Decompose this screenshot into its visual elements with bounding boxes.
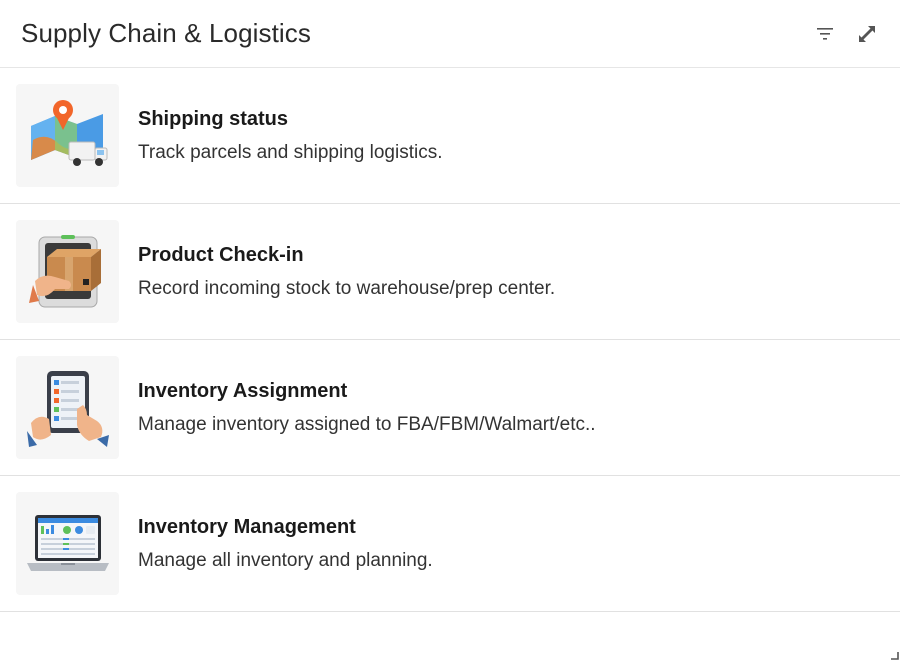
filter-button[interactable] (812, 21, 838, 47)
list-item-inventory-assignment[interactable]: Inventory Assignment Manage inventory as… (0, 340, 900, 476)
list-item-description: Manage all inventory and planning. (138, 549, 433, 571)
expand-icon (859, 25, 875, 42)
list-item-title: Inventory Management (138, 515, 356, 538)
list-item-product-check-in[interactable]: Product Check-in Record incoming stock t… (0, 204, 900, 340)
list-item-title: Inventory Assignment (138, 379, 348, 402)
list-item-text: Inventory Assignment Manage inventory as… (138, 380, 596, 436)
expand-button[interactable] (854, 21, 880, 47)
filter-icon (817, 27, 833, 40)
widget-title: Supply Chain & Logistics (21, 18, 311, 48)
list-item-title: Shipping status (138, 107, 288, 130)
list-item-text: Product Check-in Record incoming stock t… (138, 244, 555, 300)
box-scanner-icon (16, 220, 119, 323)
map-truck-icon (16, 84, 119, 187)
list-item-text: Shipping status Track parcels and shippi… (138, 108, 443, 164)
list-item-description: Record incoming stock to warehouse/prep … (138, 277, 556, 299)
list-item-text: Inventory Management Manage all inventor… (138, 516, 433, 572)
resize-handle[interactable] (888, 648, 900, 660)
list-item-title: Product Check-in (138, 243, 304, 266)
list-item-description: Manage inventory assigned to FBA/FBM/Wal… (138, 413, 596, 435)
list-item-shipping-status[interactable]: Shipping status Track parcels and shippi… (0, 68, 900, 204)
widget-header: Supply Chain & Logistics (0, 0, 900, 68)
laptop-dashboard-icon (16, 492, 119, 595)
list-item-inventory-management[interactable]: Inventory Management Manage all inventor… (0, 476, 900, 612)
list-item-description: Track parcels and shipping logistics. (138, 141, 443, 163)
tablet-hands-icon (16, 356, 119, 459)
